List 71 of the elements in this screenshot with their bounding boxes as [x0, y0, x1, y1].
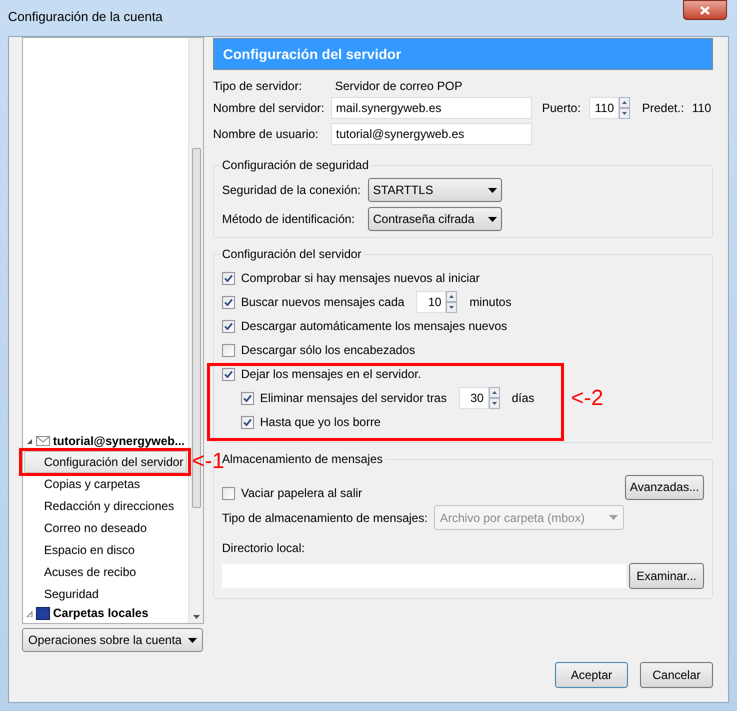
- expand-arrow-icon[interactable]: [26, 438, 33, 444]
- window-title: Configuración de la cuenta: [8, 8, 163, 26]
- folder-icon: [36, 607, 50, 620]
- field-label: Predet.:: [642, 100, 686, 117]
- field-label: Puerto:: [542, 100, 582, 117]
- option-label: Descargar sólo los encabezados: [241, 342, 416, 359]
- unit-label: días: [512, 390, 534, 407]
- interval-field[interactable]: 30: [458, 387, 489, 409]
- close-button[interactable]: [683, 0, 727, 20]
- dropdown: Archivo por carpeta (mbox): [434, 505, 624, 530]
- caret-icon: [488, 188, 497, 192]
- group-title: Configuración del servidor: [220, 246, 364, 262]
- field-label: Nombre del servidor:: [213, 100, 326, 117]
- expand-arrow-icon[interactable]: [26, 610, 33, 617]
- account-actions-button[interactable]: Operaciones sobre la cuenta: [22, 628, 203, 652]
- dropdown[interactable]: STARTTLS: [368, 178, 502, 202]
- checkbox[interactable]: [222, 368, 235, 380]
- option-label: Hasta que yo los borre: [260, 414, 381, 431]
- checkbox[interactable]: [222, 320, 235, 332]
- spinner-arrows-icon[interactable]: [446, 291, 458, 313]
- field-label: Tipo de almacenamiento de mensajes:: [222, 510, 429, 526]
- option-label: Eliminar mensajes del servidor tras: [260, 390, 447, 407]
- user-name-field[interactable]: tutorial@synergyweb.es: [331, 123, 532, 145]
- interval-field[interactable]: 10: [416, 291, 446, 313]
- spinner-arrows-icon[interactable]: [488, 387, 500, 409]
- envelope-icon: [36, 436, 50, 446]
- option-label: Buscar nuevos mensajes cada: [241, 294, 404, 311]
- checkbox[interactable]: [222, 486, 235, 500]
- server-name-field[interactable]: mail.synergyweb.es: [331, 97, 532, 119]
- group-title: Almacenamiento de mensajes: [220, 451, 385, 467]
- account-label[interactable]: tutorial@synergyweb...: [53, 432, 185, 450]
- field-label: Directorio local:: [222, 540, 306, 557]
- field-label: Seguridad de la conexión:: [222, 182, 362, 199]
- option-label: Vaciar papelera al salir: [241, 485, 362, 502]
- browse-button[interactable]: Examinar...: [629, 563, 704, 589]
- port-field[interactable]: 110: [589, 97, 619, 119]
- checkbox[interactable]: [222, 344, 235, 356]
- field-label: Método de identificación:: [222, 211, 356, 228]
- page-header: Configuración del servidor: [213, 38, 713, 70]
- tree-item[interactable]: Acuses de recibo: [24, 561, 187, 583]
- accept-button[interactable]: Aceptar: [555, 662, 628, 688]
- checkbox[interactable]: [222, 272, 235, 284]
- caret-icon: [609, 515, 618, 520]
- checkbox[interactable]: [241, 416, 254, 428]
- server-type-value: Servidor de correo POP: [335, 78, 462, 94]
- checkbox[interactable]: [241, 392, 254, 404]
- caret-icon: [188, 638, 197, 642]
- cancel-button[interactable]: Cancelar: [640, 662, 713, 688]
- annotation-label: <-2: [571, 386, 604, 410]
- field-label: Nombre de usuario:: [213, 126, 320, 143]
- option-label: Dejar los mensajes en el servidor.: [241, 366, 422, 383]
- scroll-down-arrow-icon[interactable]: [192, 615, 200, 619]
- close-icon: [700, 6, 710, 14]
- tree-item[interactable]: Redacción y direcciones: [24, 495, 187, 517]
- option-label: Descargar automáticamente los mensajes nuevos: [241, 318, 508, 335]
- option-label: Comprobar si hay mensajes nuevos al iniciar: [241, 270, 480, 287]
- dropdown[interactable]: Contraseña cifrada: [368, 207, 502, 231]
- group-title: Configuración de seguridad: [220, 157, 371, 173]
- local-folders-label[interactable]: Carpetas locales: [53, 605, 148, 621]
- advanced-button[interactable]: Avanzadas...: [625, 474, 704, 500]
- unit-label: minutos: [469, 294, 512, 311]
- tree-item[interactable]: Correo no deseado: [24, 517, 187, 539]
- tree-item[interactable]: Espacio en disco: [24, 539, 187, 561]
- tree-item[interactable]: Seguridad: [24, 583, 187, 605]
- spinner-arrows-icon[interactable]: [619, 97, 630, 119]
- tree-item[interactable]: Configuración del servidor: [24, 451, 187, 473]
- field-label: Tipo de servidor:: [213, 78, 303, 94]
- tree-item[interactable]: Copias y carpetas: [24, 473, 187, 495]
- checkbox[interactable]: [222, 296, 235, 308]
- default-port-value: 110: [692, 100, 712, 117]
- caret-icon: [488, 216, 497, 222]
